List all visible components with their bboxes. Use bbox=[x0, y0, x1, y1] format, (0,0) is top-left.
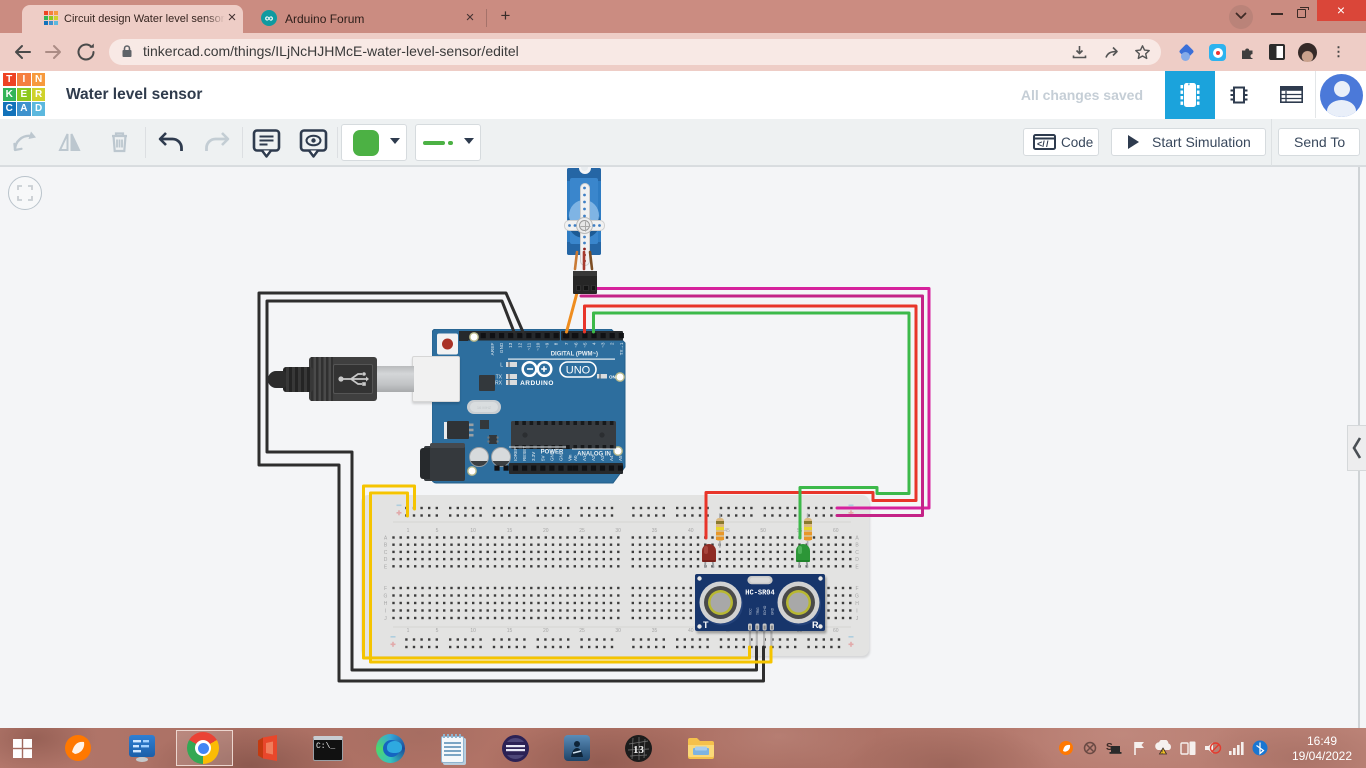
svg-text:TRIG: TRIG bbox=[756, 607, 760, 615]
svg-text:13: 13 bbox=[633, 744, 645, 756]
svg-text:T: T bbox=[703, 620, 709, 630]
svg-text:ECHO: ECHO bbox=[763, 605, 767, 615]
svg-text:GND: GND bbox=[770, 607, 774, 615]
svg-text:VCC: VCC bbox=[749, 608, 753, 615]
svg-text:R: R bbox=[812, 620, 819, 630]
svg-text:HC-SR04: HC-SR04 bbox=[745, 590, 774, 598]
